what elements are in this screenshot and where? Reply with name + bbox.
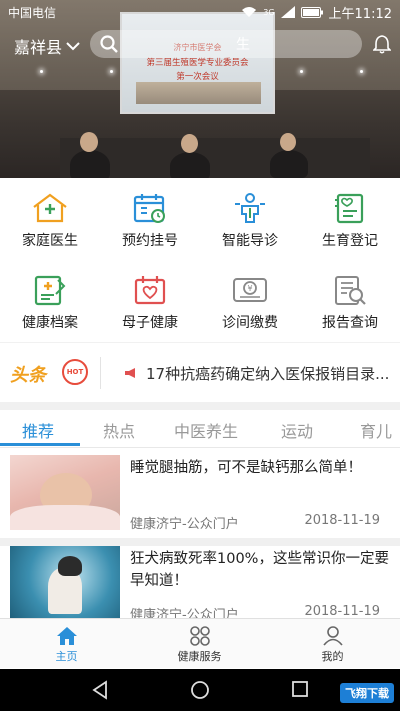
thumbnail-dog [58, 556, 82, 576]
svg-text:¥: ¥ [247, 284, 252, 293]
health-service-icon [189, 626, 210, 646]
banner-person-head [280, 133, 296, 151]
banner-light [360, 70, 363, 73]
grid-item-label: 预约挂号 [122, 233, 178, 249]
search-input[interactable] [124, 36, 324, 52]
thumbnail-pillow [10, 505, 120, 530]
hot-icon: HOT [62, 359, 88, 385]
carrier-name: 中国电信 [8, 5, 57, 20]
appointment-calendar-icon [133, 194, 165, 223]
banner-projection-screen: 济宁市医学会 第三届生殖医学专业委员会 第一次会议 [120, 12, 275, 114]
search-bar[interactable] [90, 30, 362, 58]
bell-icon [372, 35, 392, 54]
grid-item-mother-child[interactable]: 母子健康 [100, 268, 200, 344]
banner-light [300, 70, 303, 73]
network-type: 3G [263, 7, 275, 17]
city-name: 嘉祥县 [14, 38, 63, 57]
status-icons: 3G 上午11:12 [241, 3, 392, 22]
health-record-icon [34, 275, 66, 306]
bottom-navigation: 主页 健康服务 我的 [0, 618, 400, 668]
family-doctor-icon [33, 193, 67, 223]
grid-item-family-doctor[interactable]: 家庭医生 [0, 186, 100, 262]
grid-item-report-query[interactable]: 报告查询 [300, 268, 400, 344]
article-item[interactable]: 睡觉腿抽筋，可不是缺钙那么简单！ 健康济宁-公众门户 2018-11-19 [0, 455, 400, 543]
nav-profile[interactable]: 我的 [266, 619, 399, 669]
mother-child-icon [134, 276, 166, 305]
article-title: 睡觉腿抽筋，可不是缺钙那么简单！ [130, 460, 362, 476]
banner-light [110, 70, 113, 73]
city-selector[interactable]: 嘉祥县 [14, 34, 80, 58]
grid-item-birth-registration[interactable]: 生育登记 [300, 186, 400, 262]
article-title: 狂犬病致死率100%，这些常识你一定要早知道！ [130, 551, 389, 589]
divider [100, 357, 101, 389]
birth-registration-icon [335, 193, 364, 224]
article-source: 健康济宁-公众门户 [130, 517, 239, 532]
top-bar: 嘉祥县 [0, 30, 400, 60]
grid-item-label: 报告查询 [322, 315, 378, 331]
banner-person [70, 150, 110, 178]
section-divider [0, 402, 400, 410]
tab-sports[interactable]: 运动 [281, 418, 313, 442]
chevron-down-icon [66, 42, 80, 51]
active-tab-indicator [0, 443, 80, 446]
home-circle-icon[interactable] [190, 680, 210, 700]
banner-light [40, 70, 43, 73]
headline-news-bar[interactable]: 头条 HOT 17种抗癌药确定纳入医保报销目录... [0, 342, 400, 402]
grid-item-label: 家庭医生 [22, 233, 78, 249]
grid-item-label: 诊间缴费 [222, 315, 278, 331]
tab-hot[interactable]: 热点 [103, 418, 135, 442]
nav-health-service[interactable]: 健康服务 [133, 619, 266, 669]
banner-person [170, 152, 210, 178]
profile-icon [322, 626, 343, 646]
megaphone-icon [125, 368, 135, 378]
grid-item-appointment[interactable]: 预约挂号 [100, 186, 200, 262]
banner-person-head [80, 132, 98, 152]
battery-icon [300, 6, 323, 18]
grid-item-label: 健康档案 [22, 315, 78, 331]
report-query-icon [335, 276, 366, 305]
search-icon [100, 35, 118, 53]
payment-icon: ¥ [233, 278, 267, 302]
nav-home[interactable]: 主页 [0, 619, 133, 669]
notification-button[interactable] [372, 34, 392, 58]
banner-person [270, 150, 308, 178]
clock: 上午11:12 [328, 6, 392, 22]
grid-item-label: 生育登记 [322, 233, 378, 249]
article-divider [0, 538, 400, 546]
grid-item-label: 母子健康 [122, 315, 178, 331]
article-thumbnail [10, 546, 120, 621]
system-nav-bar: 飞翔下载 [0, 669, 400, 711]
signal-icon [280, 6, 295, 18]
nav-label: 主页 [55, 650, 78, 663]
nav-label: 我的 [321, 650, 344, 663]
grid-item-smart-guide[interactable]: 智能导诊 [200, 186, 300, 262]
headline-badge: 头条 [10, 365, 46, 386]
recent-apps-icon[interactable] [291, 680, 309, 698]
headline-text[interactable]: 17种抗癌药确定纳入医保报销目录... [146, 363, 394, 384]
banner-screen-photo [136, 82, 261, 104]
watermark-logo: 飞翔下载 [340, 683, 394, 703]
banner-person-head [181, 134, 198, 153]
banner-image[interactable]: 济宁市医学会 第三届生殖医学专业委员会 第一次会议 [0, 0, 400, 178]
grid-item-health-record[interactable]: 健康档案 [0, 268, 100, 344]
article-date: 2018-11-19 [304, 513, 380, 528]
article-thumbnail [10, 455, 120, 530]
home-icon [56, 627, 77, 645]
back-icon[interactable] [90, 680, 110, 700]
tab-tcm[interactable]: 中医养生 [174, 418, 238, 442]
wifi-icon [242, 7, 257, 17]
smart-guide-icon [235, 193, 265, 223]
status-bar: 中国电信 3G 上午11:12 [0, 0, 400, 24]
grid-item-payment[interactable]: ¥ 诊间缴费 [200, 268, 300, 344]
hot-label: HOT [66, 368, 84, 376]
nav-label: 健康服务 [177, 650, 222, 663]
tab-recommend[interactable]: 推荐 [22, 418, 54, 442]
banner-line-3: 第一次会议 [176, 72, 219, 82]
function-grid: 家庭医生 预约挂号 智能导诊 生育登记 健康档案 母子健康 ¥ 诊间缴费 报告查… [0, 186, 400, 338]
tab-parenting[interactable]: 育儿 [360, 418, 392, 442]
grid-item-label: 智能导诊 [222, 233, 278, 249]
article-date: 2018-11-19 [304, 604, 380, 619]
